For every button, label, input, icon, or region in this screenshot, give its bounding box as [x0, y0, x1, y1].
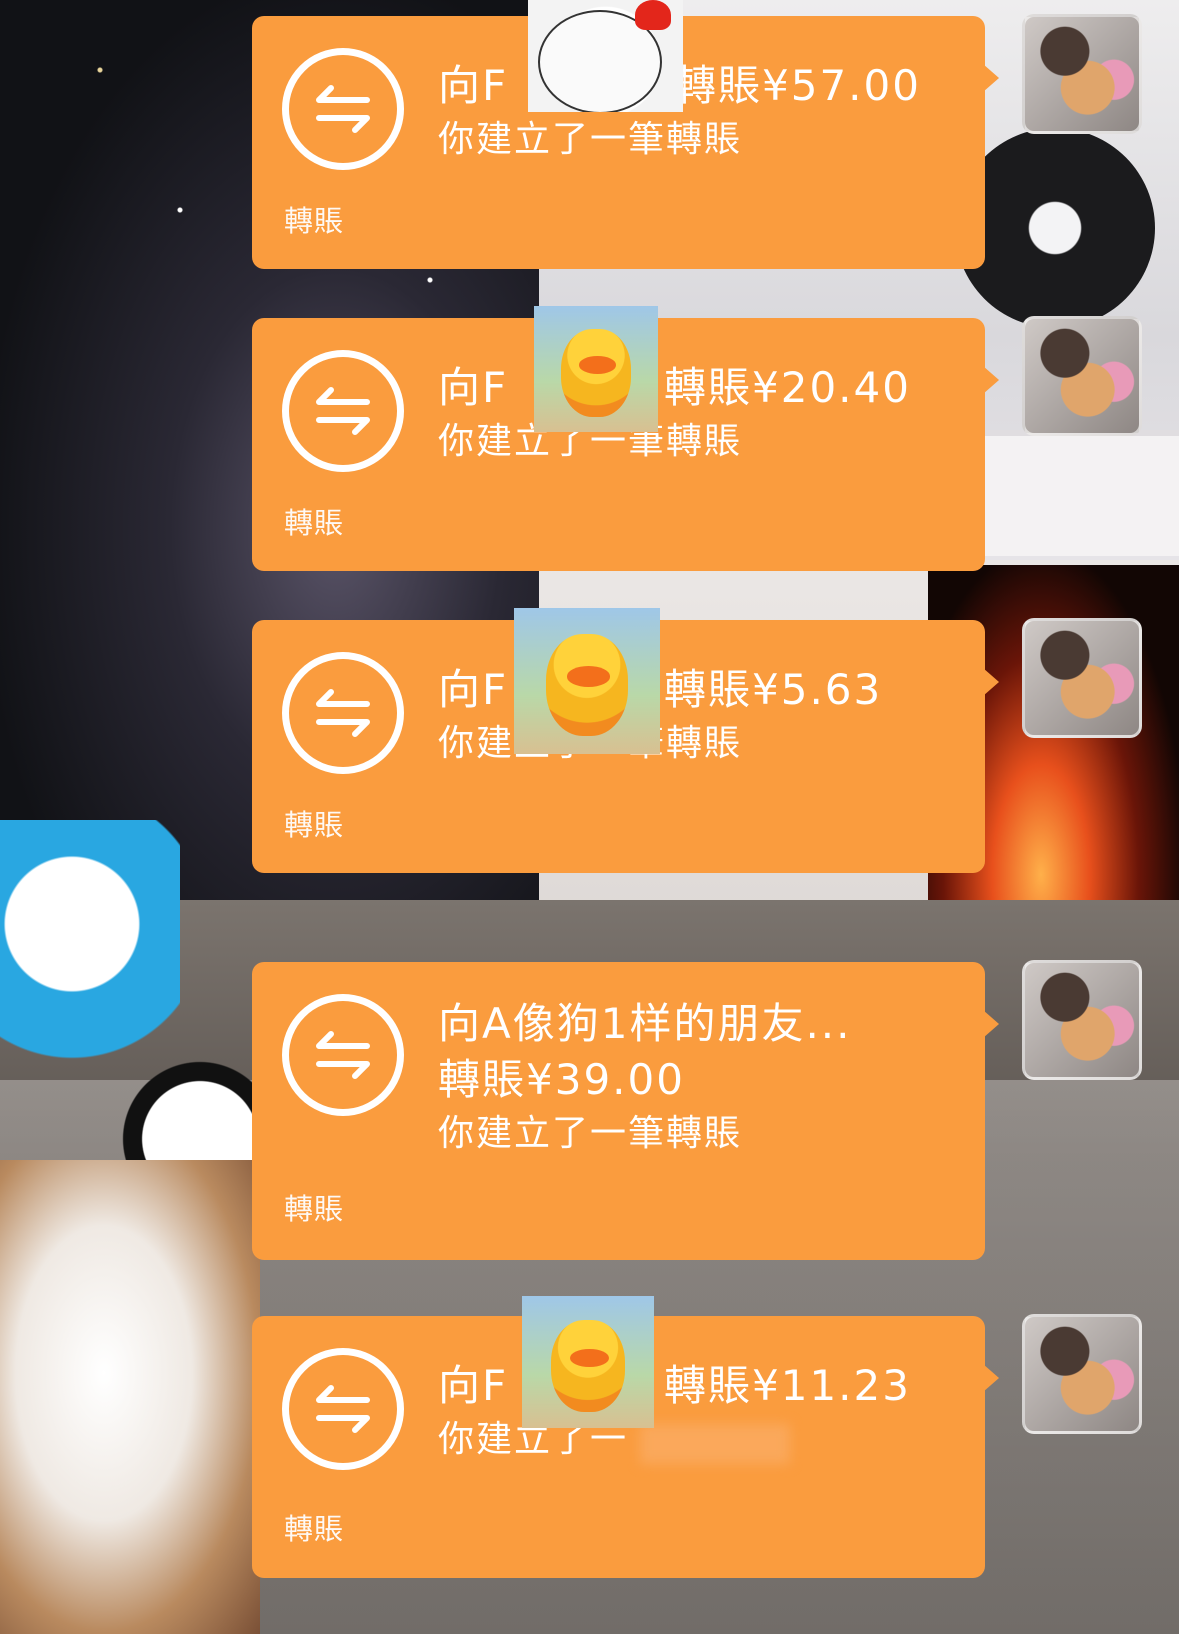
- transfer-bubble[interactable]: 向A像狗1样的朋友... 轉賬¥39.00 你建立了一筆轉賬 轉賬: [252, 962, 999, 1260]
- chat-message-list: 向F 轉賬¥57.00 你建立了一筆轉賬 轉賬 向F 轉賬¥20.40 你建立了…: [0, 0, 1179, 1634]
- sender-avatar[interactable]: [1022, 618, 1142, 738]
- redaction-blur: [640, 1424, 790, 1464]
- rooster-sticker: [528, 0, 683, 112]
- transfer-label: 轉賬: [284, 506, 345, 540]
- rooster-comb: [635, 0, 671, 30]
- transfer-recipient: 向A像狗1样的朋友...: [438, 999, 852, 1048]
- transfer-amount: 轉賬¥20.40: [664, 363, 911, 412]
- transfer-recipient: 向F: [438, 61, 509, 110]
- sender-avatar[interactable]: [1022, 14, 1142, 134]
- transfer-amount: 轉賬¥39.00: [438, 1055, 685, 1104]
- transfer-status: 你建立了一筆轉賬: [438, 1113, 743, 1154]
- duck-sticker: [514, 608, 660, 754]
- duck-sticker: [522, 1296, 654, 1428]
- transfer-recipient: 向F: [438, 1361, 509, 1410]
- duck-beak: [566, 666, 611, 687]
- transfer-arrows-icon: [282, 350, 404, 472]
- transfer-amount: 轉賬¥5.63: [664, 665, 883, 714]
- transfer-label: 轉賬: [284, 1512, 345, 1546]
- transfer-arrows-icon: [282, 994, 404, 1116]
- transfer-label: 轉賬: [284, 1192, 345, 1226]
- transfer-arrows-icon: [282, 48, 404, 170]
- transfer-recipient: 向F: [438, 363, 509, 412]
- duck-beak: [578, 356, 616, 375]
- duck-sticker: [534, 306, 658, 432]
- transfer-arrows-icon: [282, 1348, 404, 1470]
- transfer-recipient: 向F: [438, 665, 509, 714]
- sender-avatar[interactable]: [1022, 316, 1142, 436]
- transfer-amount: 轉賬¥11.23: [664, 1361, 911, 1410]
- sender-avatar[interactable]: [1022, 960, 1142, 1080]
- transfer-status: 你建立了一筆轉賬: [438, 119, 743, 160]
- transfer-amount: 轉賬¥57.00: [674, 61, 921, 110]
- sender-avatar[interactable]: [1022, 1314, 1142, 1434]
- transfer-label: 轉賬: [284, 204, 345, 238]
- transfer-label: 轉賬: [284, 808, 345, 842]
- transfer-arrows-icon: [282, 652, 404, 774]
